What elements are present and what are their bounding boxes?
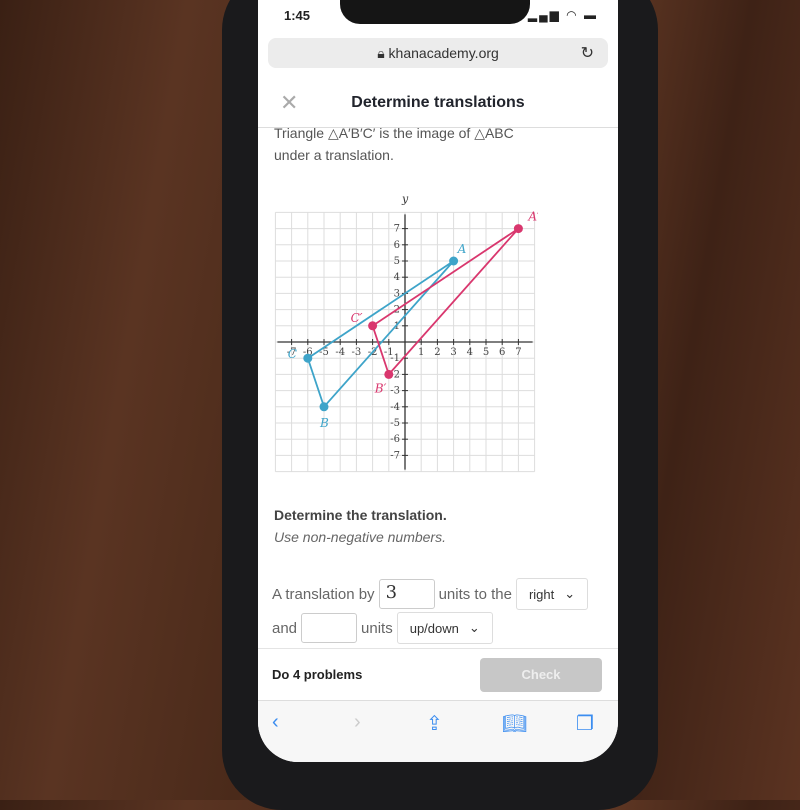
chevron-down-icon: ⌄ bbox=[468, 620, 480, 635]
vertex-label: B′ bbox=[374, 381, 387, 395]
y-tick-label: 7 bbox=[394, 224, 400, 235]
browser-toolbar: ‹ › ⇪ 📖︎ ❐ bbox=[258, 700, 618, 762]
question-title: Determine the translation. bbox=[274, 507, 447, 523]
prompt-line-2: under a translation. bbox=[274, 147, 394, 163]
page-title: Determine translations bbox=[351, 94, 525, 111]
vertex-point bbox=[303, 353, 313, 363]
y-tick-label: -7 bbox=[390, 450, 400, 461]
y-tick-label: 4 bbox=[394, 272, 400, 283]
x-tick-label: 1 bbox=[418, 347, 424, 358]
vertical-units-input[interactable] bbox=[301, 613, 358, 643]
problem-prompt: Triangle △A′B′C′ is the image of △ABC un… bbox=[274, 122, 604, 166]
y-tick-label: 5 bbox=[394, 256, 400, 267]
phone-notch bbox=[340, 0, 530, 24]
chevron-down-icon: ⌄ bbox=[564, 586, 576, 601]
vertex-label: C bbox=[288, 347, 297, 361]
vertex-label: C′ bbox=[351, 311, 363, 325]
vertical-direction-select[interactable]: up/down ⌄ bbox=[396, 612, 493, 644]
vertex-point bbox=[384, 369, 394, 379]
x-tick-label: 2 bbox=[434, 347, 440, 358]
x-tick-label: 4 bbox=[467, 347, 473, 358]
answer-mid: units to the bbox=[438, 585, 512, 603]
vertex-point bbox=[319, 402, 329, 412]
x-tick-label: 6 bbox=[499, 347, 505, 358]
question-hint: Use non-negative numbers. bbox=[274, 529, 446, 545]
exercise-footer: Do 4 problems Check bbox=[258, 648, 618, 700]
answer-units: units bbox=[361, 619, 393, 637]
selected-direction: up/down bbox=[409, 620, 459, 636]
vertex-label: A′ bbox=[527, 210, 538, 224]
forward-icon[interactable]: › bbox=[354, 711, 361, 734]
lock-icon: 🔒︎ bbox=[377, 45, 389, 61]
selected-direction: right bbox=[528, 586, 555, 602]
y-axis-label: y bbox=[401, 193, 409, 206]
answer-and: and bbox=[272, 619, 298, 637]
check-button[interactable]: Check bbox=[480, 658, 602, 692]
status-icons: ▂▄▆ ◠ ▬ bbox=[527, 8, 598, 22]
answer-row-2: and units up/down ⌄ bbox=[272, 612, 493, 644]
share-icon[interactable]: ⇪ bbox=[426, 711, 443, 736]
tabs-icon[interactable]: ❐ bbox=[576, 711, 594, 736]
horizontal-units-input[interactable]: 3 bbox=[378, 579, 435, 609]
answer-prefix: A translation by bbox=[272, 585, 375, 603]
back-icon[interactable]: ‹ bbox=[272, 711, 279, 734]
vertex-label: A bbox=[457, 242, 467, 256]
y-tick-label: -4 bbox=[390, 402, 400, 413]
x-tick-label: 7 bbox=[515, 347, 521, 358]
x-tick-label: -3 bbox=[352, 347, 362, 358]
y-tick-label: -5 bbox=[390, 418, 400, 429]
vertex-label: B bbox=[319, 416, 329, 430]
reload-icon[interactable]: ↻ bbox=[581, 43, 594, 63]
x-tick-label: -4 bbox=[335, 347, 345, 358]
url-text: khanacademy.org bbox=[388, 45, 499, 61]
y-tick-label: -6 bbox=[390, 434, 400, 445]
exercise-header: ✕ Determine translations bbox=[258, 80, 618, 128]
x-tick-label: 5 bbox=[483, 347, 489, 358]
vertex-point bbox=[449, 256, 459, 266]
bookmarks-icon[interactable]: 📖︎ bbox=[502, 711, 527, 736]
status-time: 1:45 bbox=[284, 8, 311, 23]
address-bar[interactable]: 🔒︎ khanacademy.org ↻ bbox=[268, 38, 608, 68]
horizontal-direction-select[interactable]: right ⌄ bbox=[515, 578, 589, 610]
vertex-point bbox=[368, 321, 378, 331]
answer-row-1: A translation by 3 units to the right ⌄ bbox=[272, 578, 589, 610]
y-tick-label: 6 bbox=[394, 240, 400, 251]
coordinate-graph: xy-7-7-6-6-5-5-4-4-3-3-2-2-1-11122334455… bbox=[274, 193, 538, 473]
x-tick-label: 3 bbox=[450, 347, 456, 358]
vertex-point bbox=[513, 224, 523, 234]
phone-screen: 1:45 ▂▄▆ ◠ ▬ 🔒︎ khanacademy.org ↻ Triang… bbox=[258, 0, 618, 762]
y-tick-label: -3 bbox=[390, 386, 400, 397]
progress-text: Do 4 problems bbox=[272, 667, 363, 682]
